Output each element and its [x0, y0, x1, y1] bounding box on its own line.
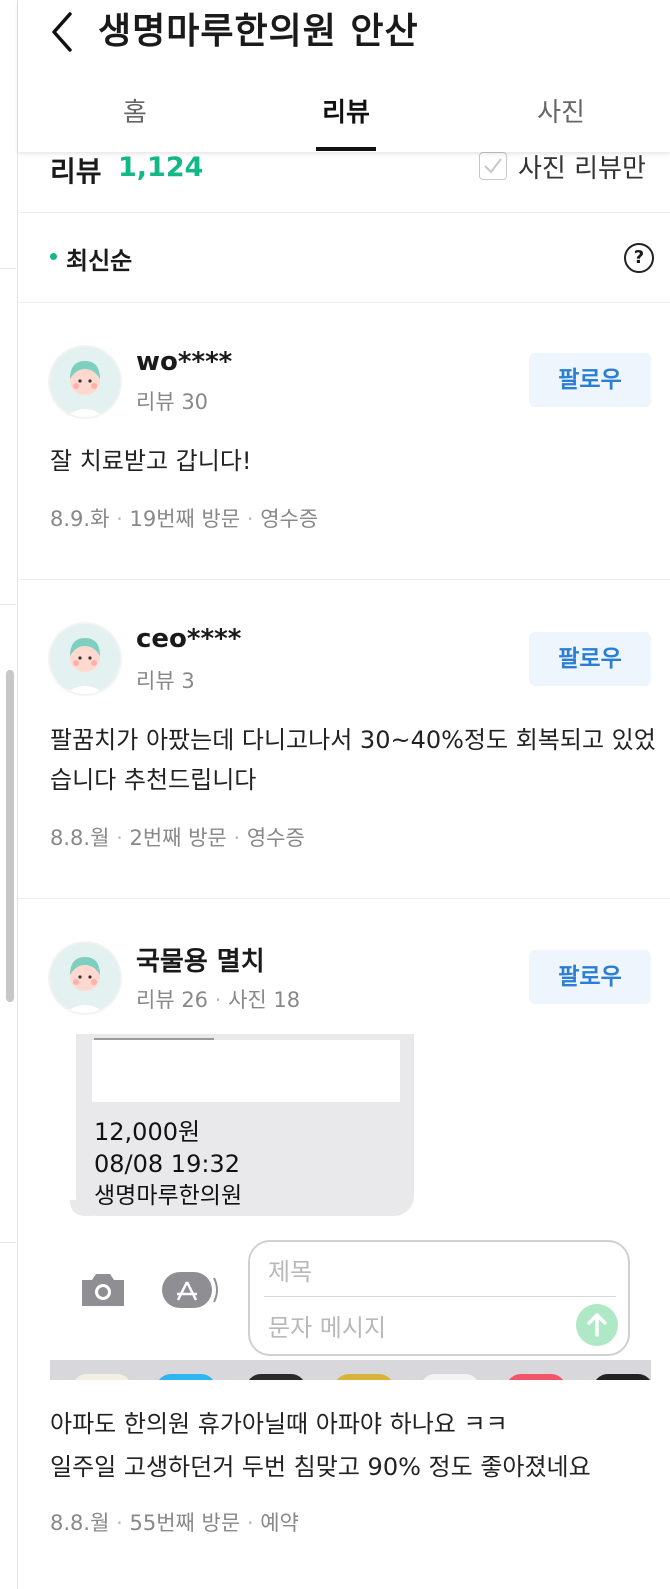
visit-date: 8.8.월: [50, 1511, 110, 1535]
avatar: [50, 347, 120, 417]
app-store-icon: [162, 1272, 218, 1308]
review-summary: 리뷰 1,124 사진 리뷰만: [18, 152, 670, 213]
help-icon[interactable]: ?: [624, 243, 654, 273]
message-bubble: 12,000원 08/08 19:32 생명마루한의원: [76, 1034, 414, 1216]
header: 생명마루한의원 안산 홈 리뷰 사진: [18, 0, 670, 152]
photo-datetime: 08/08 19:32: [94, 1150, 240, 1178]
review-text-line: 아파도 한의원 휴가아닐때 아파야 하나요 ㅋㅋ: [50, 1410, 508, 1438]
verify-type: 영수증: [246, 826, 305, 850]
scrollbar-thumb[interactable]: [6, 670, 14, 1002]
rail-divider: [0, 268, 16, 269]
app-strip: [50, 1360, 651, 1380]
reviewer-name[interactable]: 국물용 멸치: [136, 941, 265, 978]
tab-home[interactable]: 홈: [70, 92, 200, 129]
page-title: 생명마루한의원 안산: [98, 11, 419, 52]
reviewer-name[interactable]: wo****: [136, 347, 232, 377]
follow-button[interactable]: 팔로우: [529, 353, 651, 407]
reviewer-name[interactable]: ceo****: [136, 624, 241, 654]
tab-photos[interactable]: 사진: [496, 92, 626, 129]
rail-divider: [0, 1242, 16, 1243]
back-button[interactable]: [46, 8, 80, 52]
send-arrow-icon: [576, 1304, 618, 1346]
check-icon: [484, 158, 502, 174]
avatar: [50, 624, 120, 694]
sort-option[interactable]: 최신순: [66, 241, 132, 276]
avatar-face-icon: [50, 624, 120, 694]
review-panel: 생명마루한의원 안산 홈 리뷰 사진 리뷰 1,124 사진 리뷰만 최신순 ?: [18, 0, 670, 1589]
reviewer-stats: 리뷰 26 · 사진 18: [136, 988, 301, 1012]
rail-divider: [0, 604, 16, 605]
camera-icon: [82, 1274, 124, 1306]
left-rail: [0, 0, 18, 1589]
avatar-face-icon: [50, 943, 120, 1013]
follow-button[interactable]: 팔로우: [529, 950, 651, 1004]
review-count: 1,124: [118, 152, 204, 183]
review-photo[interactable]: 12,000원 08/08 19:32 생명마루한의원 제목 문자 메시지: [50, 1034, 651, 1380]
review-text: 잘 치료받고 갑니다!: [50, 447, 252, 475]
avatar: [50, 943, 120, 1013]
visit-count: 2번째 방문: [129, 826, 227, 850]
verify-type: 영수증: [260, 507, 319, 531]
review-text: 팔꿈치가 아팠는데 다니고나서 30~40%정도 회복되고 있었습니다 추천드립…: [50, 726, 656, 794]
photo-amount: 12,000원: [94, 1118, 201, 1146]
review-count-label: 리뷰: [50, 155, 102, 188]
subject-placeholder: 제목: [268, 1258, 313, 1286]
visit-date: 8.8.월: [50, 826, 110, 850]
review-item: wo**** 리뷰 30 팔로우 잘 치료받고 갑니다! 8.9.화 · 19번…: [18, 303, 670, 579]
sort-dot-icon: [50, 253, 57, 260]
chevron-left-icon: [52, 12, 72, 52]
reviewer-review-count: 리뷰 26: [136, 988, 209, 1012]
reviewer-stats: 리뷰 30: [136, 390, 209, 414]
message-compose-box: 제목 문자 메시지: [248, 1240, 630, 1356]
reviewer-stats: 리뷰 3: [136, 669, 195, 693]
visit-count: 19번째 방문: [129, 507, 241, 531]
follow-button[interactable]: 팔로우: [529, 632, 651, 686]
active-tab-indicator: [316, 147, 376, 151]
review-item: ceo**** 리뷰 3 팔로우 팔꿈치가 아팠는데 다니고나서 30~40%정…: [18, 580, 670, 898]
review-text: 아파도 한의원 휴가아닐때 아파야 하나요 ㅋㅋ 일주일 고생하던거 두번 침맞…: [50, 1404, 660, 1487]
visit-count: 55번째 방문: [129, 1511, 241, 1535]
photo-filter-label[interactable]: 사진 리뷰만: [518, 148, 646, 185]
reviewer-photo-count: 사진 18: [228, 988, 301, 1012]
sort-bar: 최신순 ?: [18, 213, 670, 303]
avatar-face-icon: [50, 347, 120, 417]
review-meta: 8.9.화 · 19번째 방문 · 영수증: [50, 507, 319, 531]
review-meta: 8.8.월 · 55번째 방문 · 예약: [50, 1511, 299, 1535]
review-text-line: 일주일 고생하던거 두번 침맞고 90% 정도 좋아졌네요: [50, 1453, 591, 1481]
visit-date: 8.9.화: [50, 507, 110, 531]
tab-reviews[interactable]: 리뷰: [281, 92, 411, 129]
photo-filter-checkbox[interactable]: [479, 152, 507, 180]
review-meta: 8.8.월 · 2번째 방문 · 영수증: [50, 826, 305, 850]
photo-clinic: 생명마루한의원: [94, 1183, 243, 1209]
message-placeholder: 문자 메시지: [268, 1314, 387, 1342]
verify-type: 예약: [260, 1511, 299, 1535]
